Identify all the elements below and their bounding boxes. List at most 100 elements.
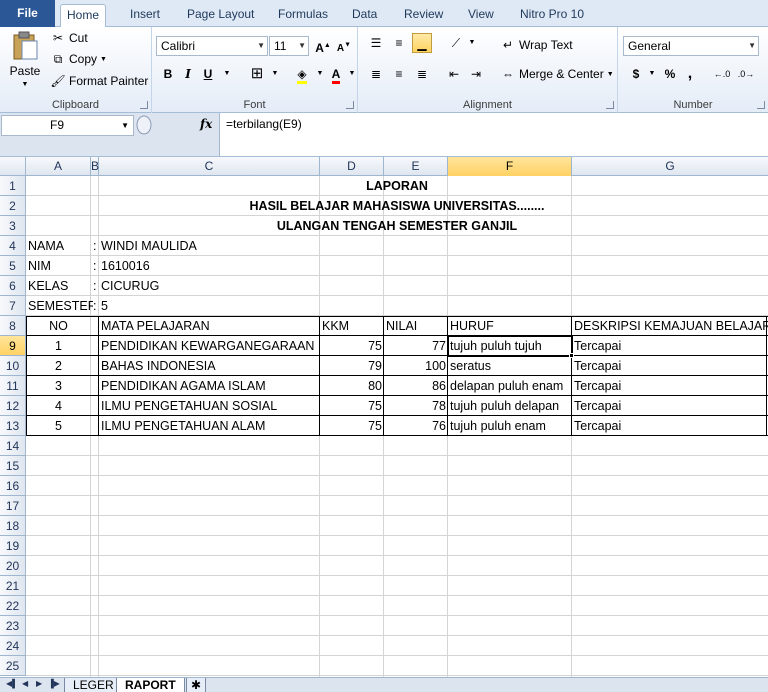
column-header-c[interactable]: C — [99, 157, 320, 176]
subject-name-cell[interactable]: PENDIDIKAN KEWARGANEGARAAN — [99, 336, 320, 356]
report-title[interactable]: LAPORAN — [26, 176, 768, 196]
merge-center-button[interactable]: ⇔ Merge & Center ▼ — [500, 66, 614, 82]
insert-function-button[interactable]: fx — [200, 117, 212, 131]
info-label-cell[interactable]: KELAS — [26, 276, 93, 296]
kkm-cell[interactable]: 75 — [320, 416, 384, 436]
row-header-11[interactable]: 11 — [0, 376, 26, 396]
tab-formulas[interactable]: Formulas — [272, 4, 334, 27]
number-dialog-launcher[interactable] — [757, 101, 765, 109]
row-header-2[interactable]: 2 — [0, 196, 26, 216]
row-header-1[interactable]: 1 — [0, 176, 26, 196]
table-header-cell[interactable]: NILAI — [384, 316, 448, 336]
font-dialog-launcher[interactable] — [346, 101, 354, 109]
italic-button[interactable]: I — [178, 64, 198, 84]
info-value-cell[interactable]: WINDI MAULIDA — [99, 236, 320, 256]
align-bottom-button[interactable]: ▁ — [412, 33, 432, 53]
font-name-select[interactable]: Calibri ▼ — [156, 36, 268, 56]
tab-insert[interactable]: Insert — [124, 4, 166, 27]
sheet-tab-raport[interactable]: RAPORT — [116, 678, 185, 692]
prev-sheet-icon[interactable]: ◀ — [22, 679, 28, 688]
kkm-cell[interactable]: 75 — [320, 336, 384, 356]
decrease-decimal-button[interactable]: .0→ — [736, 64, 756, 84]
decrease-indent-button[interactable]: ⇤ — [444, 64, 464, 84]
row-header-6[interactable]: 6 — [0, 276, 26, 296]
clipboard-dialog-launcher[interactable] — [140, 101, 148, 109]
row-header-9[interactable]: 9 — [0, 336, 26, 356]
nilai-cell[interactable]: 78 — [384, 396, 448, 416]
nilai-cell[interactable]: 86 — [384, 376, 448, 396]
subject-name-cell[interactable]: PENDIDIKAN AGAMA ISLAM — [99, 376, 320, 396]
row-header-17[interactable]: 17 — [0, 496, 26, 516]
subject-no-cell[interactable]: 4 — [26, 396, 91, 416]
report-subtitle[interactable]: HASIL BELAJAR MAHASISWA UNIVERSITAS.....… — [26, 196, 768, 216]
kkm-cell[interactable]: 80 — [320, 376, 384, 396]
row-header-18[interactable]: 18 — [0, 516, 26, 536]
cut-button[interactable]: ✂ Cut — [50, 30, 88, 46]
row-header-21[interactable]: 21 — [0, 576, 26, 596]
nilai-cell[interactable]: 76 — [384, 416, 448, 436]
row-header-14[interactable]: 14 — [0, 436, 26, 456]
kkm-cell[interactable]: 79 — [320, 356, 384, 376]
info-label-cell[interactable]: NAMA — [26, 236, 93, 256]
comma-style-button[interactable]: , — [680, 64, 700, 84]
tab-nitro-pro[interactable]: Nitro Pro 10 — [514, 4, 590, 27]
fill-handle[interactable] — [569, 353, 574, 358]
table-header-cell[interactable]: NO — [26, 316, 91, 336]
deskripsi-cell[interactable]: Tercapai — [572, 376, 768, 396]
paste-button[interactable]: Paste ▼ — [6, 31, 44, 88]
tab-data[interactable]: Data — [346, 4, 383, 27]
row-header-24[interactable]: 24 — [0, 636, 26, 656]
align-center-button[interactable]: ≡ — [389, 64, 409, 84]
underline-dropdown[interactable]: ▼ — [217, 64, 237, 84]
row-header-3[interactable]: 3 — [0, 216, 26, 236]
bold-button[interactable]: B — [158, 64, 178, 84]
column-header-f[interactable]: F — [448, 157, 572, 176]
alignment-dialog-launcher[interactable] — [606, 101, 614, 109]
align-right-button[interactable]: ≣ — [412, 64, 432, 84]
sheet-tab-leger[interactable]: LEGER — [64, 678, 123, 692]
huruf-cell[interactable]: seratus — [448, 356, 572, 376]
tab-home[interactable]: Home — [60, 4, 107, 28]
info-value-cell[interactable]: 5 — [99, 296, 320, 316]
info-label-cell[interactable]: NIM — [26, 256, 93, 276]
row-header-12[interactable]: 12 — [0, 396, 26, 416]
font-size-select[interactable]: 11 ▼ — [269, 36, 309, 56]
huruf-cell[interactable]: delapan puluh enam — [448, 376, 572, 396]
nilai-cell[interactable]: 77 — [384, 336, 448, 356]
row-header-13[interactable]: 13 — [0, 416, 26, 436]
table-header-cell[interactable]: DESKRIPSI KEMAJUAN BELAJAR — [572, 316, 768, 336]
column-header-d[interactable]: D — [320, 157, 384, 176]
info-label-cell[interactable]: SEMESTER — [26, 296, 93, 316]
align-middle-button[interactable]: ≡ — [389, 33, 409, 53]
row-header-4[interactable]: 4 — [0, 236, 26, 256]
underline-button[interactable]: U — [198, 64, 218, 84]
align-left-button[interactable]: ≣ — [366, 64, 386, 84]
tab-view[interactable]: View — [462, 4, 500, 27]
align-top-button[interactable]: ☰ — [366, 33, 386, 53]
insert-sheet-button[interactable]: ✱ — [186, 678, 207, 692]
row-header-23[interactable]: 23 — [0, 616, 26, 636]
percent-button[interactable]: % — [660, 64, 680, 84]
column-header-b[interactable]: B — [91, 157, 99, 176]
nilai-cell[interactable]: 100 — [384, 356, 448, 376]
currency-dropdown[interactable]: ▼ — [642, 64, 662, 84]
deskripsi-cell[interactable]: Tercapai — [572, 416, 768, 436]
table-header-cell[interactable]: MATA PELAJARAN — [99, 316, 320, 336]
report-semester-title[interactable]: ULANGAN TENGAH SEMESTER GANJIL — [26, 216, 768, 236]
number-format-select[interactable]: General ▼ — [623, 36, 759, 56]
fill-color-button[interactable]: ◈ — [292, 64, 312, 84]
row-header-22[interactable]: 22 — [0, 596, 26, 616]
grow-font-button[interactable]: A▲ — [313, 36, 333, 56]
deskripsi-cell[interactable]: Tercapai — [572, 336, 768, 356]
row-header-20[interactable]: 20 — [0, 556, 26, 576]
first-sheet-icon[interactable]: ◀▌ — [6, 679, 18, 688]
borders-dropdown[interactable]: ▼ — [265, 64, 285, 84]
row-header-7[interactable]: 7 — [0, 296, 26, 316]
formula-input[interactable]: =terbilang(E9) — [219, 113, 768, 156]
shrink-font-button[interactable]: A▼ — [334, 36, 354, 56]
huruf-cell[interactable]: tujuh puluh enam — [448, 416, 572, 436]
tab-review[interactable]: Review — [398, 4, 449, 27]
huruf-cell[interactable]: tujuh puluh delapan — [448, 396, 572, 416]
subject-no-cell[interactable]: 2 — [26, 356, 91, 376]
borders-button[interactable]: ⊞ — [247, 64, 267, 84]
